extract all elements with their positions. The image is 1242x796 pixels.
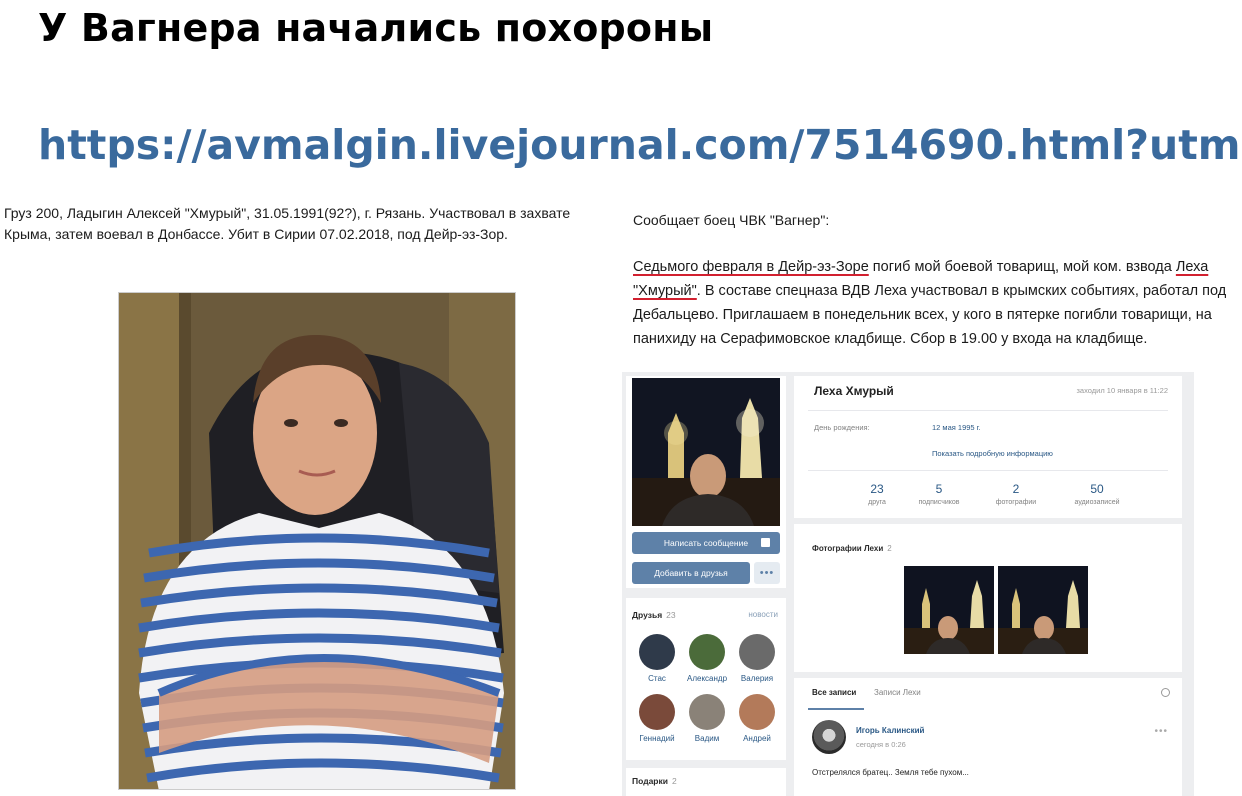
friend-avatar [739,634,775,670]
friends-card: Друзья 23 новости Стас Александр Валерия … [626,598,786,760]
wall-card: Все записи Записи Лехи Игорь Калинский с… [794,678,1182,796]
divider [808,470,1168,471]
friends-count: 23 [666,610,676,620]
friend-name: Валерия [740,674,774,683]
show-details-link[interactable]: Показать подробную информацию [932,449,1053,458]
photos-title[interactable]: Фотографии Лехи 2 [812,544,892,553]
gifts-count: 2 [671,776,677,786]
friend-avatar [689,694,725,730]
friend-name: Андрей [743,734,771,743]
friend-avatar [639,634,675,670]
avatar-card: Написать сообщение Добавить в друзья ••• [626,376,786,588]
gift-icon [761,538,770,547]
friend-name: Александр [686,674,728,683]
profile-info-card: Леха Хмурый заходил 10 января в 11:22 Де… [794,376,1182,518]
post-time[interactable]: сегодня в 0:26 [856,740,906,749]
stat-number: 50 [1090,482,1104,496]
tab-own-posts[interactable]: Записи Лехи [874,688,921,697]
vk-profile-screenshot: Написать сообщение Добавить в друзья •••… [622,372,1194,796]
search-icon[interactable] [1161,688,1170,697]
photo-thumbnail[interactable] [998,566,1088,654]
post-text: Отстрелялся братец.. Земля тебе пухом... [812,768,969,777]
friends-news-link[interactable]: новости [748,610,778,619]
stat-label: фотографии [995,499,1037,506]
gifts-title-label: Подарки [632,776,668,786]
photo-caption: Груз 200, Ладыгин Алексей "Хмурый", 31.0… [4,205,571,242]
friend-avatar [639,694,675,730]
friend-avatar [689,634,725,670]
friends-title[interactable]: Друзья 23 [632,610,676,620]
stat-number: 2 [1012,482,1020,496]
photos-card: Фотографии Лехи 2 [794,524,1182,672]
more-actions-button[interactable]: ••• [754,562,780,584]
stat-number: 5 [935,482,943,496]
stat-label: подписчиков [918,499,960,506]
friend-name: Геннадий [639,734,675,743]
tab-all-posts[interactable]: Все записи [812,688,856,697]
friends-title-label: Друзья [632,610,663,620]
soldier-quote: Седьмого февраля в Дейр-эз-Зоре погиб мо… [633,255,1241,351]
send-message-button[interactable]: Написать сообщение [632,532,780,554]
quote-text-1: погиб мой боевой товарищ, мой ком. взвод… [868,259,1176,275]
quote-underlined-date: Седьмого февраля в Дейр-эз-Зоре [633,259,869,275]
profile-avatar[interactable] [632,378,780,526]
friend-name: Вадим [694,734,720,743]
add-friend-button[interactable]: Добавить в друзья [632,562,750,584]
stat-friends[interactable]: 23 друга [842,482,912,506]
friend-item[interactable]: Стас [632,634,682,683]
stat-followers[interactable]: 5 подписчиков [904,482,974,506]
friend-item[interactable]: Вадим [682,694,732,743]
post-menu-button[interactable]: ••• [1154,726,1168,737]
photo-thumbnail[interactable] [904,566,994,654]
article-link[interactable]: https://avmalgin.livejournal.com/7514690… [38,121,1242,169]
divider [808,410,1168,411]
friend-item[interactable]: Александр [682,634,732,683]
headline: У Вагнера начались похороны [38,6,714,50]
photos-count: 2 [887,544,892,553]
gifts-card: Подарки 2 [626,768,786,796]
last-seen: заходил 10 января в 11:22 [1076,386,1168,395]
gifts-title[interactable]: Подарки 2 [632,776,677,786]
birthday-label: День рождения: [814,423,870,432]
friend-item[interactable]: Геннадий [632,694,682,743]
birthday-value[interactable]: 12 мая 1995 г. [932,423,981,432]
soldier-photo [118,292,516,790]
stat-photos[interactable]: 2 фотографии [981,482,1051,506]
quote-intro: Сообщает боец ЧВК "Вагнер": [633,212,830,228]
friend-item[interactable]: Андрей [732,694,782,743]
stat-audio[interactable]: 50 аудиозаписей [1062,482,1132,506]
photos-title-label: Фотографии Лехи [812,544,884,553]
post-author-name[interactable]: Игорь Калинский [856,726,924,735]
friend-item[interactable]: Валерия [732,634,782,683]
quote-text-2: . В составе спецназа ВДВ Леха участвовал… [633,283,1227,347]
stat-label: друга [868,499,886,506]
post-author-avatar[interactable] [812,720,846,754]
stat-label: аудиозаписей [1074,499,1120,506]
profile-name: Леха Хмурый [814,384,894,398]
stat-number: 23 [870,482,884,496]
friend-avatar [739,694,775,730]
active-tab-indicator [808,708,864,710]
send-message-label: Написать сообщение [663,538,749,548]
friend-name: Стас [648,674,666,683]
